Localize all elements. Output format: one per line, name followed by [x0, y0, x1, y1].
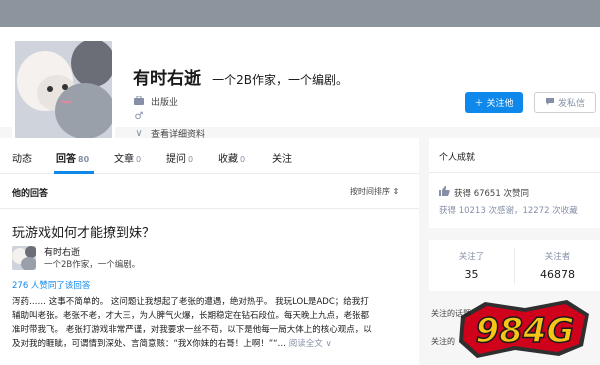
profile-tabs: 动态 回答 80 文章 0 提问 0 收藏 0 关注 [0, 138, 419, 174]
industry-text: 出版业 [151, 98, 179, 108]
upvote-achievement: 获得 67651 次赞同 [439, 186, 529, 199]
gender-line: ♂ [133, 111, 145, 122]
tab-count: 0 [136, 155, 142, 164]
achievements-title: 个人成就 [439, 153, 476, 163]
thumbs-up-icon [439, 186, 450, 199]
briefcase-icon [133, 95, 145, 108]
achievements-card: 个人成就 获得 67651 次赞同 获得 10213 次感谢，12272 次收藏 [429, 138, 600, 228]
tab-count: 0 [188, 155, 194, 164]
industry-line: 出版业 [133, 95, 178, 108]
tab-label: 关注 [272, 154, 292, 165]
excerpt-line: 准时带我飞。 老张打游戏非常严谨，对我要求一丝不苟，以下是他每一局大体上的核心观… [12, 325, 372, 335]
sort-dropdown[interactable]: 按时间排序 ⇕ [350, 186, 399, 197]
watermark-logo: 984G [459, 300, 589, 358]
tab-following[interactable]: 关注 [272, 150, 292, 165]
author-bio: 一个2B作家，一个编剧。 [44, 260, 141, 270]
tab-count: 80 [78, 155, 90, 164]
following-stat[interactable]: 关注了 35 [429, 240, 514, 291]
sort-arrows-icon: ⇕ [392, 187, 400, 196]
author-avatar-image [12, 246, 36, 270]
svg-text:984G: 984G [476, 311, 575, 351]
excerpt-line: 泻药…… 这事不简单的。 这问题让我想起了老张的遭遇，绝对热乎。 我玩LOL是A… [12, 297, 369, 307]
tab-label: 动态 [12, 154, 32, 165]
thanks-achievement: 获得 10213 次感谢，12272 次收藏 [439, 206, 578, 216]
message-button[interactable]: 发私信 [534, 92, 596, 113]
tab-collections[interactable]: 收藏 0 [218, 150, 245, 165]
avatar[interactable] [12, 38, 115, 141]
follow-stats-card: 关注了 35 关注者 46878 [429, 240, 600, 291]
followers-count: 46878 [540, 268, 575, 281]
plus-icon: ＋ [474, 99, 484, 109]
answers-card: 动态 回答 80 文章 0 提问 0 收藏 0 关注 他的回答 按时间排序 ⇕ 玩游戏如… [0, 138, 419, 365]
tab-count: 0 [240, 155, 246, 164]
excerpt-line: 及对我的睚眦，可谓情到深处、言简意赅：“我X你妹的右哥！上啊！”“… [12, 339, 287, 349]
profile-cover [0, 0, 600, 27]
chat-icon [545, 97, 555, 109]
tab-label: 文章 [114, 154, 134, 165]
upvote-count[interactable]: 276 人赞同了该回答 [12, 279, 90, 291]
followed-link[interactable]: 关注的 [431, 336, 455, 347]
following-label: 关注了 [458, 252, 485, 262]
answer-excerpt[interactable]: 泻药…… 这事不简单的。 这问题让我想起了老张的遭遇，绝对热乎。 我玩LOL是A… [12, 295, 414, 351]
tab-articles[interactable]: 文章 0 [114, 150, 141, 165]
message-button-label: 发私信 [557, 99, 585, 109]
followers-label: 关注者 [544, 252, 571, 262]
profile-name: 有时右逝 [133, 69, 201, 89]
profile-name-row: 有时右逝 一个2B作家，一个编剧。 [133, 64, 348, 89]
follow-button[interactable]: ＋ 关注他 [465, 92, 523, 113]
question-title[interactable]: 玩游戏如何才能撩到妹？ [12, 222, 155, 241]
author-name[interactable]: 有时右逝 [44, 245, 80, 258]
tab-answers[interactable]: 回答 80 [56, 150, 89, 165]
divider [429, 172, 600, 173]
author-avatar[interactable] [12, 246, 36, 270]
sort-label: 按时间排序 [350, 187, 390, 196]
tab-activity[interactable]: 动态 [12, 150, 32, 165]
tab-label: 回答 [56, 154, 76, 165]
active-tab-indicator [54, 171, 94, 174]
upvote-achievement-text: 获得 67651 次赞同 [454, 188, 529, 199]
tab-label: 收藏 [218, 154, 238, 165]
tab-questions[interactable]: 提问 0 [166, 150, 193, 165]
follow-button-label: 关注他 [486, 99, 514, 109]
followers-stat[interactable]: 关注者 46878 [515, 240, 600, 291]
excerpt-last-line: 及对我的睚眦，可谓情到深处、言简意赅：“我X你妹的右哥！上啊！”“… 阅读全文 … [12, 337, 414, 351]
answers-heading: 他的回答 [12, 189, 49, 199]
excerpt-line: 辅助叫老张。老张不老，才大三，为人脾气火爆，长期稳定在钻石段位。每天晚上九点，老… [12, 311, 370, 321]
tab-label: 提问 [166, 154, 186, 165]
male-icon: ♂ [134, 111, 144, 122]
avatar-image [15, 41, 112, 138]
divider [0, 208, 419, 209]
read-more-link[interactable]: 阅读全文 ∨ [289, 339, 332, 349]
profile-headline: 一个2B作家，一个编剧。 [212, 73, 348, 87]
following-count: 35 [464, 268, 479, 281]
